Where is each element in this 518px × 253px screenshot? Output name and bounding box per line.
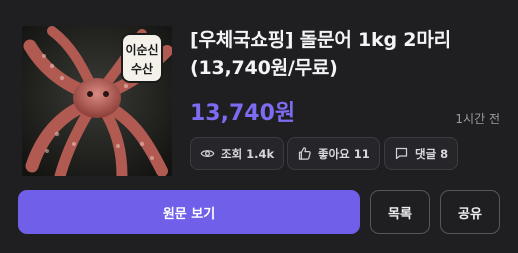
comments-count: 댓글 8 <box>415 146 449 161</box>
image-label-line1: 이순신 <box>125 42 158 57</box>
views-count: 조회 1.4k <box>221 146 275 161</box>
product-title-line2: (13,740원/무료) <box>190 57 338 79</box>
likes-button[interactable]: 좋아요 11 <box>287 137 380 170</box>
likes-count: 좋아요 11 <box>318 146 370 161</box>
posted-time: 1시간 전 <box>455 112 500 126</box>
thumbs-up-icon <box>297 146 312 161</box>
eye-icon <box>200 146 215 161</box>
view-original-button[interactable]: 원문 보기 <box>18 190 360 234</box>
share-button[interactable]: 공유 <box>440 190 500 234</box>
deal-card: 이순신 수산 [우체국쇼핑] 돌문어 1kg 2마리 (13,740원/무료) … <box>0 0 518 253</box>
image-label-line2: 수산 <box>131 61 153 76</box>
product-image[interactable]: 이순신 수산 <box>22 26 172 176</box>
product-price: 13,740원 <box>190 101 296 126</box>
comments-button[interactable]: 댓글 8 <box>384 137 459 170</box>
product-title[interactable]: [우체국쇼핑] 돌문어 1kg 2마리 (13,740원/무료) <box>190 26 500 82</box>
product-title-line1: [우체국쇼핑] 돌문어 1kg 2마리 <box>190 29 451 51</box>
comment-icon <box>394 146 409 161</box>
views-stat: 조회 1.4k <box>190 137 285 170</box>
list-button[interactable]: 목록 <box>370 190 430 234</box>
